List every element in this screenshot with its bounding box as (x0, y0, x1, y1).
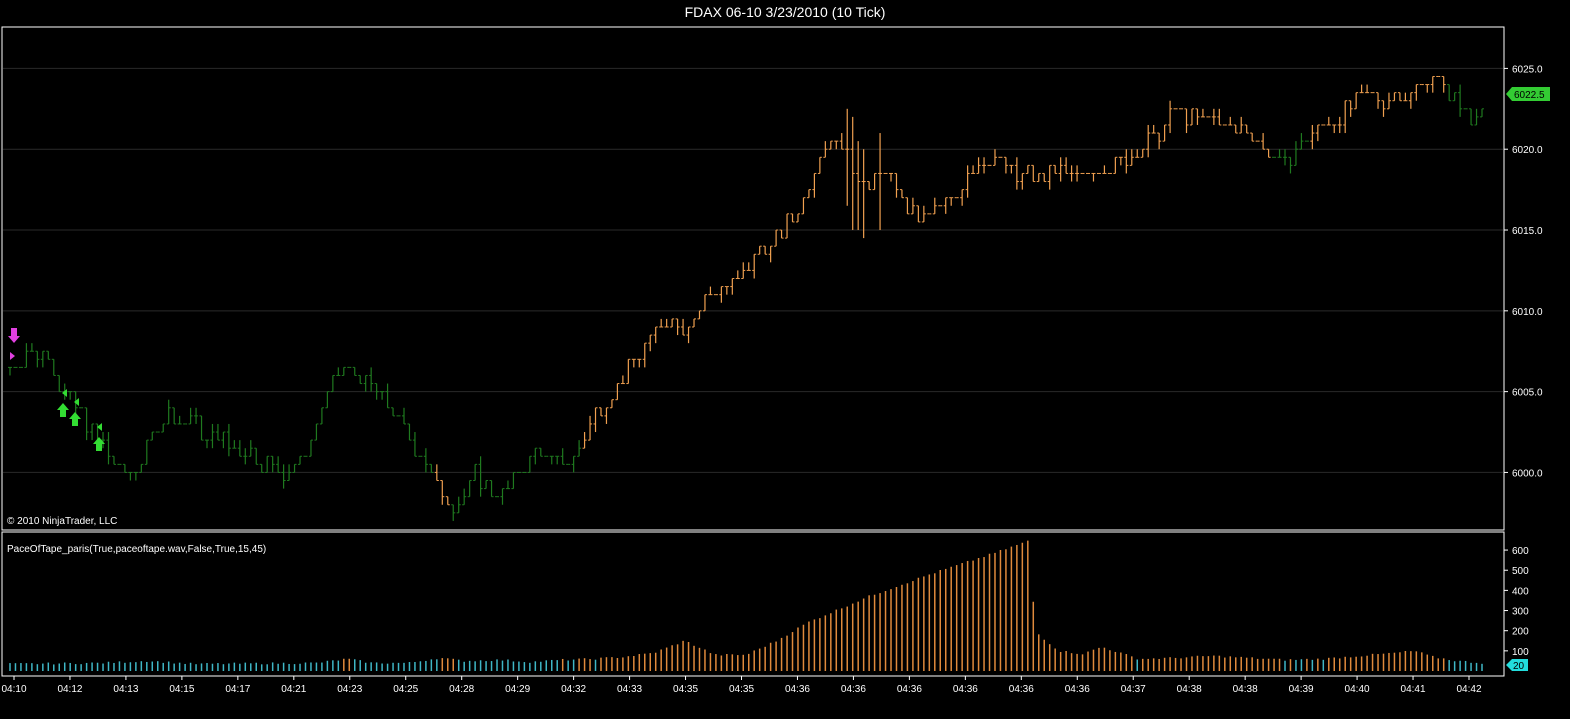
pace-tick-label: 400 (1512, 586, 1529, 597)
price-tick-label: 6015.0 (1512, 226, 1543, 237)
time-tick-label: 04:17 (225, 684, 250, 695)
time-axis: 04:10 04:12 04:13 04:15 04:17 04:21 04:23 04:25… (1, 676, 1482, 695)
copyright-text: © 2010 NinjaTrader, LLC (7, 516, 117, 527)
time-tick-label: 04:36 (1065, 684, 1090, 695)
time-tick-label: 04:36 (897, 684, 922, 695)
time-tick-label: 04:41 (1401, 684, 1426, 695)
signal-down-triangle (10, 352, 15, 360)
pace-tick-label: 600 (1512, 546, 1529, 557)
pace-tick-label: 500 (1512, 566, 1529, 577)
indicator-label: PaceOfTape_paris(True,paceoftape.wav,Fal… (7, 544, 266, 555)
last-price-badge: 6022.5 (1506, 87, 1550, 101)
price-panel-frame (1, 26, 1505, 531)
time-tick-label: 04:15 (169, 684, 194, 695)
indicator-axis: 600 500 400 300 200 100 (1504, 546, 1529, 658)
time-tick-label: 04:28 (449, 684, 474, 695)
time-tick-label: 04:10 (1, 684, 26, 695)
time-tick-label: 04:36 (1009, 684, 1034, 695)
price-tick-label: 6025.0 (1512, 64, 1543, 75)
price-tick-label: 6000.0 (1512, 468, 1543, 479)
indicator-bars (9, 540, 1483, 671)
time-tick-label: 04:42 (1456, 684, 1481, 695)
time-tick-label: 04:38 (1233, 684, 1258, 695)
time-tick-label: 04:12 (57, 684, 82, 695)
signal-down-arrow (8, 328, 20, 343)
signal-up-arrow (57, 403, 69, 417)
price-bars (8, 75, 1484, 521)
time-tick-label: 04:36 (841, 684, 866, 695)
pace-tick-label: 100 (1512, 647, 1529, 658)
price-tick-label: 6005.0 (1512, 388, 1543, 399)
indicator-value-badge: 20 (1506, 659, 1528, 672)
time-tick-label: 04:38 (1177, 684, 1202, 695)
time-tick-label: 04:40 (1345, 684, 1370, 695)
time-tick-label: 04:25 (393, 684, 418, 695)
signal-up-triangle (74, 398, 79, 406)
signal-markers (8, 328, 105, 451)
pace-tick-label: 300 (1512, 607, 1529, 618)
time-tick-label: 04:23 (337, 684, 362, 695)
price-tick-label: 6020.0 (1512, 145, 1543, 156)
indicator-value-label: 20 (1513, 661, 1525, 672)
time-tick-label: 04:39 (1289, 684, 1314, 695)
price-tick-label: 6010.0 (1512, 307, 1543, 318)
time-tick-label: 04:32 (561, 684, 586, 695)
time-tick-label: 04:13 (113, 684, 138, 695)
pace-tick-label: 200 (1512, 627, 1529, 638)
chart-canvas[interactable]: 6025.0 6020.0 6015.0 6010.0 6005.0 6000.0 © 2… (0, 0, 1570, 719)
signal-up-arrow (69, 412, 81, 426)
time-tick-label: 04:29 (505, 684, 530, 695)
time-tick-label: 04:37 (1121, 684, 1146, 695)
time-tick-label: 04:36 (953, 684, 978, 695)
time-tick-label: 04:35 (729, 684, 754, 695)
time-tick-label: 04:33 (617, 684, 642, 695)
last-price-label: 6022.5 (1514, 90, 1545, 101)
time-tick-label: 04:36 (785, 684, 810, 695)
price-axis: 6025.0 6020.0 6015.0 6010.0 6005.0 6000.0 (1504, 64, 1543, 479)
time-tick-label: 04:35 (673, 684, 698, 695)
time-tick-label: 04:21 (281, 684, 306, 695)
